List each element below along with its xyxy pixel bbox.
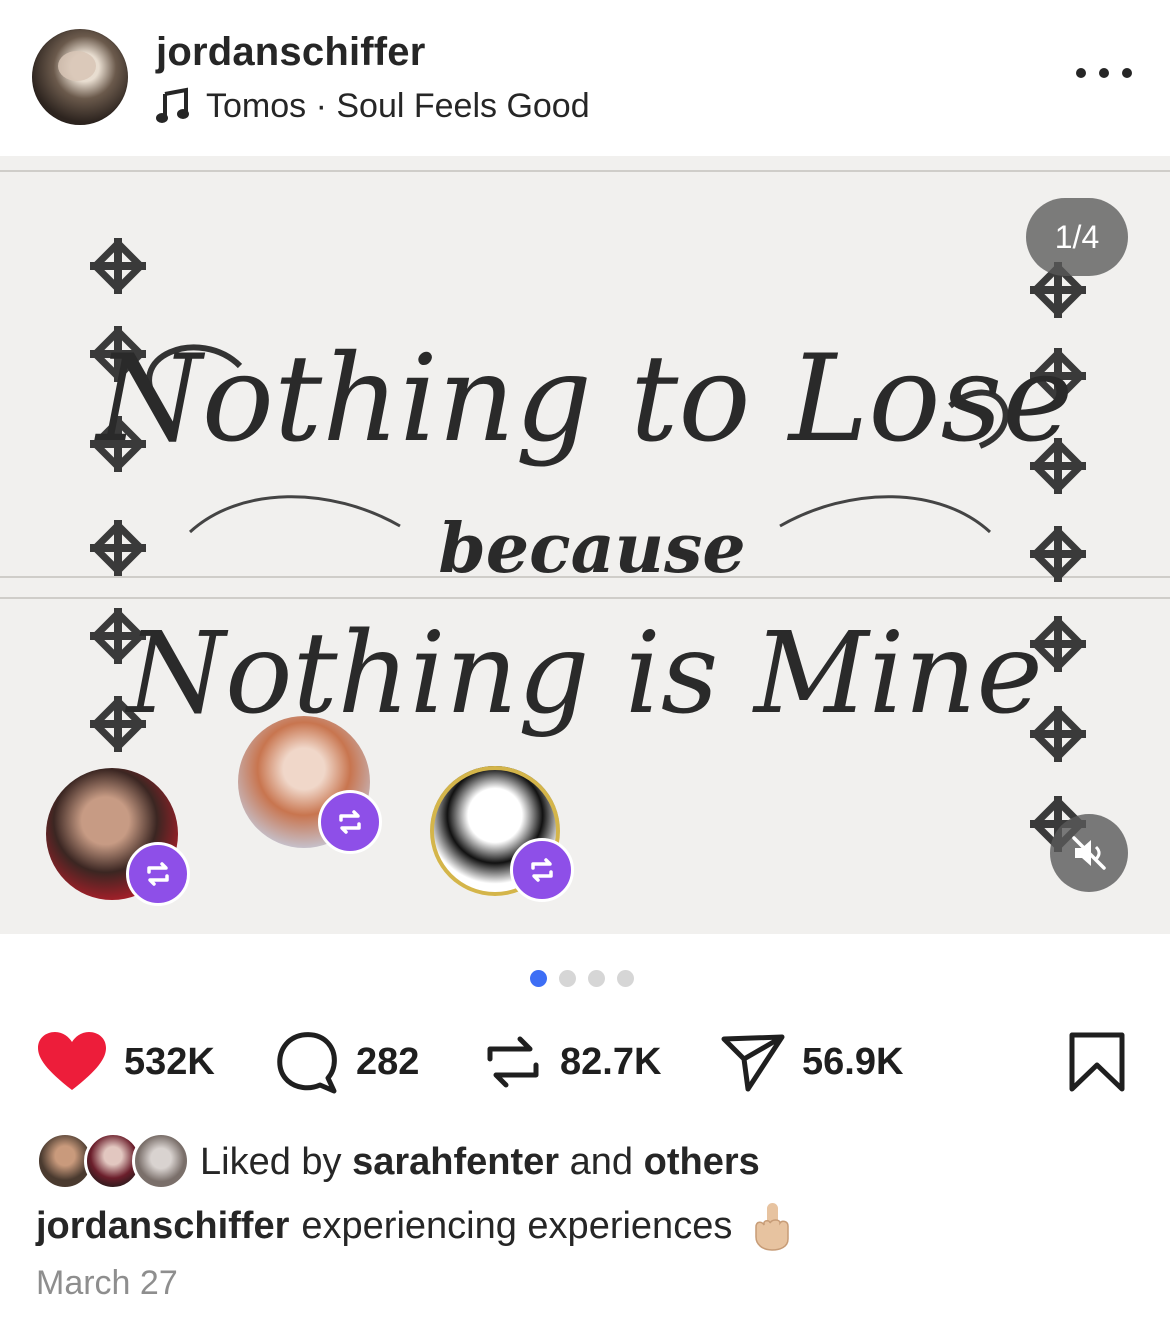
comment-icon <box>277 1032 337 1094</box>
action-bar: 532K 282 82.7K 56.9K <box>0 1024 1170 1100</box>
liked-by-and: and <box>569 1140 634 1183</box>
audio-track[interactable]: Tomos · Soul Feels Good <box>156 84 590 128</box>
speaker-muted-icon <box>1072 836 1106 870</box>
carousel-dot <box>559 970 576 987</box>
caption-text: experiencing experiences <box>301 1204 733 1247</box>
more-options-button[interactable] <box>1076 58 1132 88</box>
post-header: jordanschiffer Tomos · Soul Feels Good <box>0 0 1170 156</box>
liked-by-row[interactable]: Liked by sarahfenter and others <box>36 1130 760 1194</box>
liked-by-user[interactable]: sarahfenter <box>352 1141 559 1183</box>
artwork-line-1: Nothing to Lose <box>94 330 1074 469</box>
artwork-line-3: Nothing is Mine <box>124 609 1043 739</box>
author-username[interactable]: jordanschiffer <box>156 30 426 75</box>
repost-avatar-3[interactable] <box>430 766 574 902</box>
carousel-dot <box>617 970 634 987</box>
comment-button[interactable]: 282 <box>274 1024 419 1100</box>
liked-by-text: Liked by sarahfenter and others <box>200 1141 760 1184</box>
artwork-line-2: because <box>438 509 745 589</box>
author-avatar[interactable] <box>32 29 128 125</box>
post-date: March 27 <box>36 1264 178 1302</box>
repost-avatar-2[interactable] <box>238 716 382 854</box>
post-media[interactable]: Nothing to Lose because Nothing is Mine … <box>0 156 1170 934</box>
repost-icon <box>147 862 169 886</box>
send-icon <box>721 1034 785 1092</box>
like-count: 532K <box>124 1040 215 1083</box>
liked-by-prefix: Liked by <box>200 1140 342 1183</box>
more-horizontal-icon <box>1076 68 1086 78</box>
liker-avatar <box>132 1132 190 1190</box>
repost-badge <box>510 838 574 902</box>
audio-label: Tomos · Soul Feels Good <box>206 86 590 125</box>
share-button[interactable]: 56.9K <box>720 1024 903 1100</box>
repost-count: 82.7K <box>560 1040 662 1083</box>
liked-by-avatars <box>36 1132 190 1192</box>
caption-username[interactable]: jordanschiffer <box>36 1205 289 1248</box>
caption: jordanschiffer experiencing experiences <box>36 1196 794 1256</box>
slide-counter: 1/4 <box>1026 198 1128 276</box>
carousel-dot <box>588 970 605 987</box>
like-button[interactable]: 532K <box>36 1024 215 1100</box>
repost-icon <box>339 810 361 834</box>
repost-icon <box>487 1036 539 1088</box>
heart-filled-icon <box>38 1032 106 1090</box>
repost-avatar-1[interactable] <box>46 768 190 906</box>
share-count: 56.9K <box>802 1040 904 1083</box>
comment-count: 282 <box>356 1040 420 1083</box>
repost-badge <box>318 790 382 854</box>
bookmark-icon <box>1069 1032 1125 1092</box>
save-button[interactable] <box>1068 1024 1126 1100</box>
carousel-indicator <box>530 970 634 987</box>
repost-icon <box>531 858 553 882</box>
repost-badge <box>126 842 190 906</box>
repost-button[interactable]: 82.7K <box>482 1024 661 1100</box>
music-note-icon <box>156 87 189 123</box>
mute-button[interactable] <box>1050 814 1128 892</box>
liked-by-others[interactable]: others <box>644 1141 760 1183</box>
pointing-up-emoji <box>755 1203 790 1251</box>
carousel-dot-active <box>530 970 547 987</box>
